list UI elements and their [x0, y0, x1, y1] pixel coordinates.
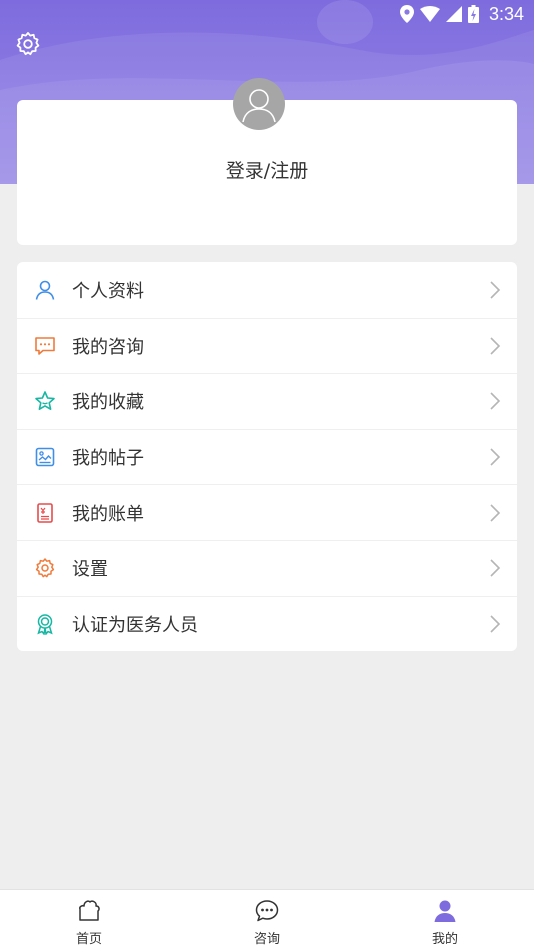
menu-item-settings[interactable]: 设置: [17, 539, 517, 596]
chevron-right-icon: [490, 615, 501, 633]
menu-list: 个人资料 我的咨询 我的收藏 我的帖子 我的账单 设置 认证为医务人员: [17, 262, 517, 651]
chevron-right-icon: [490, 448, 501, 466]
wifi-icon: [419, 6, 440, 22]
menu-item-label: 个人资料: [72, 280, 144, 302]
tab-label: 我的: [431, 932, 458, 947]
star-icon: [35, 391, 55, 411]
tab-mine[interactable]: 我的: [356, 890, 534, 950]
signal-icon: [445, 6, 462, 22]
tab-home[interactable]: 首页: [0, 890, 178, 950]
chat-icon: [255, 900, 279, 922]
menu-item-bills[interactable]: 我的账单: [17, 484, 517, 540]
menu-item-profile[interactable]: 个人资料: [17, 262, 517, 318]
chevron-right-icon: [490, 504, 501, 522]
menu-item-label: 认证为医务人员: [72, 614, 198, 636]
battery-charging-icon: [467, 5, 479, 23]
status-bar: 3:34: [0, 0, 534, 28]
menu-item-label: 我的帖子: [72, 448, 144, 470]
user-avatar-icon[interactable]: [233, 78, 285, 130]
gear-icon[interactable]: [14, 30, 42, 58]
image-post-icon: [35, 447, 55, 467]
menu-item-favorites[interactable]: 我的收藏: [17, 373, 517, 429]
chat-bubble-icon: [35, 337, 55, 355]
login-register-link[interactable]: 登录/注册: [0, 156, 534, 183]
bill-icon: [37, 502, 53, 523]
person-icon: [434, 900, 456, 922]
home-icon: [79, 900, 100, 921]
gear-icon: [35, 558, 55, 578]
user-outline-icon: [35, 280, 55, 300]
menu-item-posts[interactable]: 我的帖子: [17, 428, 517, 485]
badge-icon: [37, 614, 53, 635]
menu-item-label: 设置: [72, 559, 108, 581]
bottom-nav: 首页 咨询 我的: [0, 889, 534, 950]
chevron-right-icon: [490, 559, 501, 577]
status-time: 3:34: [488, 3, 524, 24]
chevron-right-icon: [490, 337, 501, 355]
menu-item-consultation[interactable]: 我的咨询: [17, 317, 517, 374]
menu-item-label: 我的收藏: [72, 392, 144, 414]
tab-label: 咨询: [253, 932, 280, 947]
chevron-right-icon: [490, 281, 501, 299]
tab-consultation[interactable]: 咨询: [178, 890, 356, 950]
menu-item-medical-certification[interactable]: 认证为医务人员: [17, 595, 517, 651]
chevron-right-icon: [490, 392, 501, 411]
tab-label: 首页: [75, 932, 102, 947]
menu-item-label: 我的咨询: [72, 336, 144, 358]
menu-item-label: 我的账单: [72, 503, 144, 525]
location-icon: [399, 5, 414, 23]
